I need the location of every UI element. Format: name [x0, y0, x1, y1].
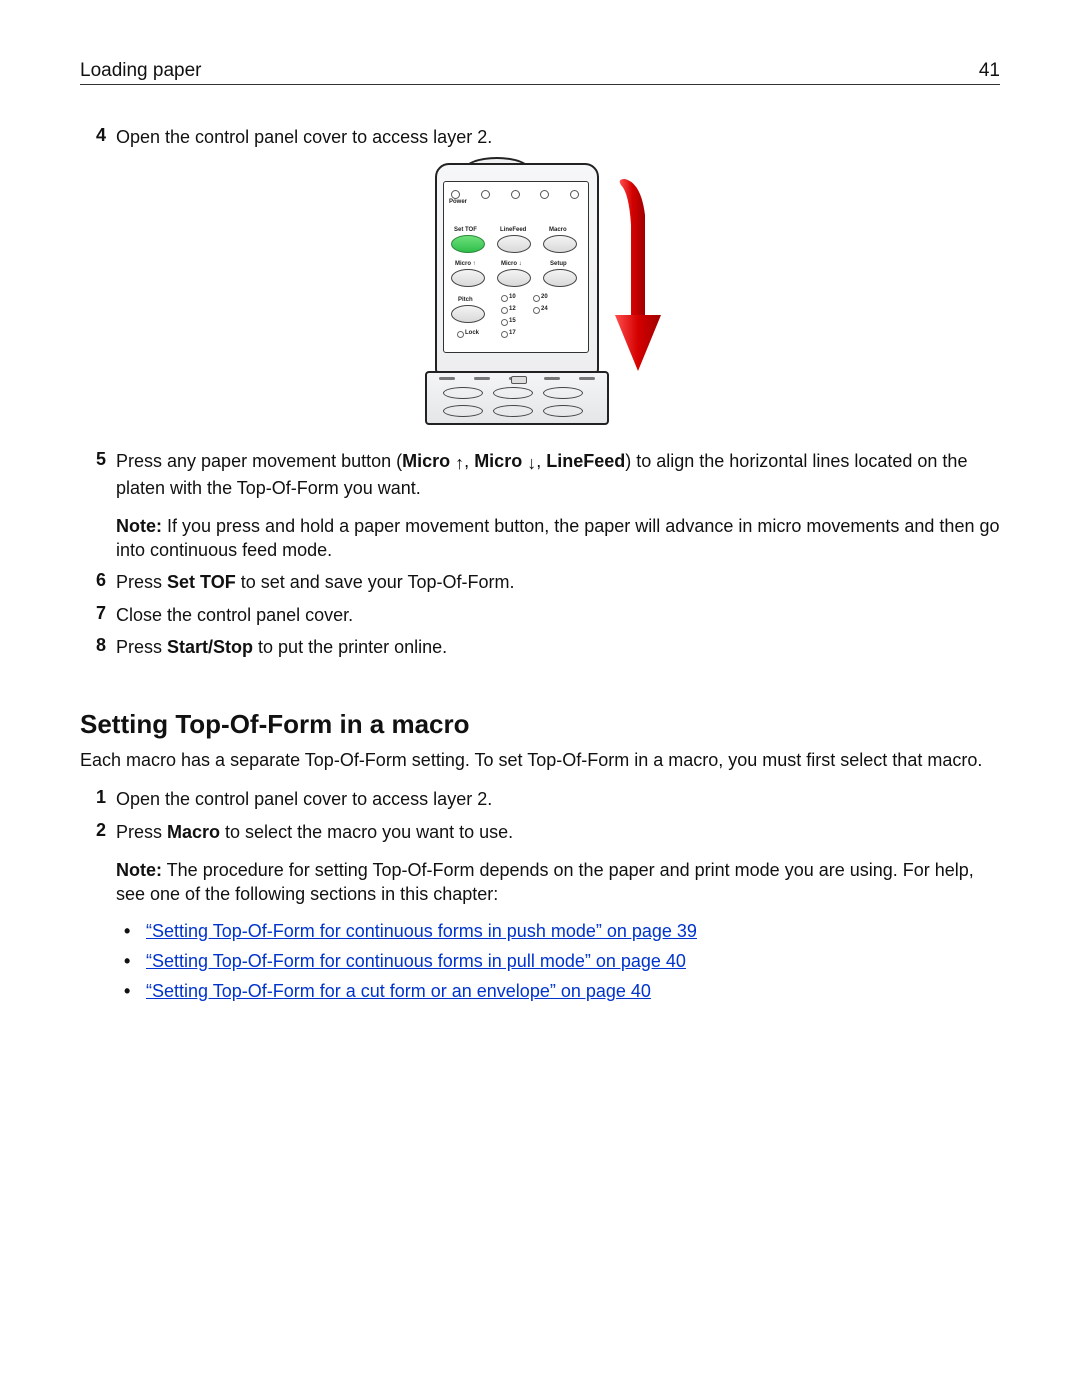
- link-cut-form[interactable]: “Setting Top‑Of‑Form for a cut form or a…: [146, 979, 651, 1003]
- pull-down-arrow-icon: [611, 175, 663, 375]
- step-5: 5 Press any paper movement button (Micro…: [80, 449, 1000, 562]
- label-pitch: Pitch: [458, 297, 473, 303]
- step-text: Open the control panel cover to access l…: [116, 125, 1000, 149]
- step-number: 6: [80, 570, 116, 594]
- step-number: 7: [80, 603, 116, 627]
- label-setup: Setup: [550, 261, 567, 267]
- macro-step-2: 2 Press Macro to select the macro you wa…: [80, 820, 1000, 1010]
- step-4: 4 Open the control panel cover to access…: [80, 125, 1000, 149]
- power-label: Power: [449, 199, 467, 205]
- step-number: 5: [80, 449, 116, 562]
- section-intro: Each macro has a separate Top‑Of‑Form se…: [80, 750, 1000, 771]
- step-number: 4: [80, 125, 116, 149]
- label-micro-down: Micro ↓: [501, 261, 522, 267]
- step-text: Press Set TOF to set and save your Top‑O…: [116, 570, 1000, 594]
- step-number: 8: [80, 635, 116, 659]
- arrow-down-icon: ↓: [527, 451, 536, 475]
- link-push-mode[interactable]: “Setting Top‑Of‑Form for continuous form…: [146, 919, 697, 943]
- label-linefeed: LineFeed: [500, 227, 526, 233]
- step-7: 7 Close the control panel cover.: [80, 603, 1000, 627]
- step-text: Close the control panel cover.: [116, 603, 1000, 627]
- link-pull-mode[interactable]: “Setting Top‑Of‑Form for continuous form…: [146, 949, 686, 973]
- macro-step-1: 1 Open the control panel cover to access…: [80, 787, 1000, 811]
- list-item: • “Setting Top‑Of‑Form for a cut form or…: [124, 979, 1000, 1003]
- bullet-icon: •: [124, 919, 146, 943]
- step-text: Press Start/Stop to put the printer onli…: [116, 635, 1000, 659]
- step-6: 6 Press Set TOF to set and save your Top…: [80, 570, 1000, 594]
- page-header: Loading paper 41: [80, 60, 1000, 85]
- bullet-icon: •: [124, 949, 146, 973]
- step-number: 1: [80, 787, 116, 811]
- label-micro-up: Micro ↑: [455, 261, 476, 267]
- label-set-tof: Set TOF: [454, 227, 477, 233]
- macro-steps: 1 Open the control panel cover to access…: [80, 787, 1000, 1009]
- step-text: Open the control panel cover to access l…: [116, 787, 1000, 811]
- list-item: • “Setting Top‑Of‑Form for continuous fo…: [124, 949, 1000, 973]
- header-title: Loading paper: [80, 60, 202, 82]
- macro-step-2-note: Note: The procedure for setting Top‑Of‑F…: [116, 858, 1000, 907]
- document-page: Loading paper 41 4 Open the control pane…: [0, 0, 1080, 1397]
- steps-list-b: 5 Press any paper movement button (Micro…: [80, 449, 1000, 659]
- reference-links: • “Setting Top‑Of‑Form for continuous fo…: [124, 919, 1000, 1004]
- panel-tray: [425, 371, 609, 425]
- page-number: 41: [979, 60, 1000, 82]
- step-text: Press any paper movement button (Micro ↑…: [116, 449, 1000, 562]
- step-text: Press Macro to select the macro you want…: [116, 820, 1000, 1010]
- section-heading: Setting Top‑Of‑Form in a macro: [80, 709, 1000, 740]
- steps-list-a: 4 Open the control panel cover to access…: [80, 125, 1000, 149]
- list-item: • “Setting Top‑Of‑Form for continuous fo…: [124, 919, 1000, 943]
- label-macro: Macro: [549, 227, 567, 233]
- step-5-note: Note: If you press and hold a paper move…: [116, 514, 1000, 563]
- bullet-icon: •: [124, 979, 146, 1003]
- step-8: 8 Press Start/Stop to put the printer on…: [80, 635, 1000, 659]
- control-panel-illustration: Power Set TOF LineFeed Macro Micro ↑ Mic…: [80, 163, 1000, 423]
- arrow-up-icon: ↑: [455, 451, 464, 475]
- step-number: 2: [80, 820, 116, 1010]
